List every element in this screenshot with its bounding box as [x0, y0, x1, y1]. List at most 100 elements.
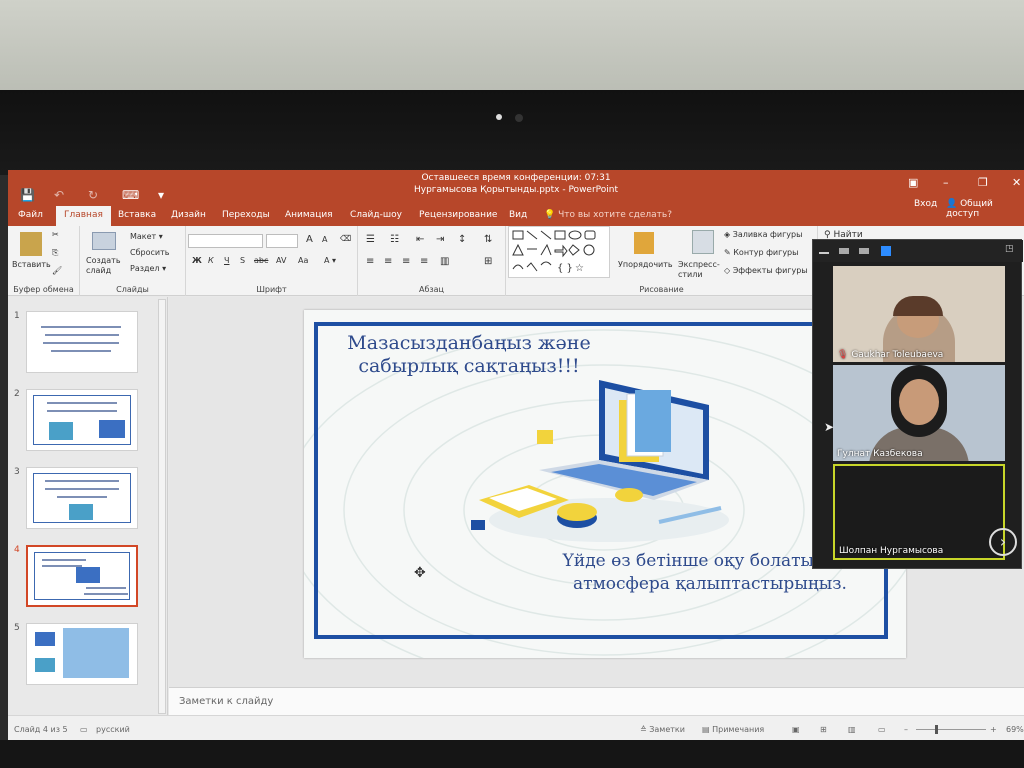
zoom-in-button[interactable]: +: [990, 725, 997, 734]
menu-tabs: Файл Главная Вставка Дизайн Переходы Ани…: [8, 199, 1024, 226]
quick-styles-button[interactable]: Экспресс-стили: [678, 260, 728, 280]
gallery-view-icon[interactable]: [881, 246, 891, 256]
shape-outline-button[interactable]: ✎ Контур фигуры: [724, 248, 798, 257]
char-spacing-button[interactable]: AV: [276, 256, 286, 265]
shadow-button[interactable]: S: [240, 256, 245, 265]
slide-thumbnail-4[interactable]: [26, 545, 138, 607]
section-button[interactable]: Раздел ▾: [130, 264, 166, 273]
tab-view[interactable]: Вид: [509, 210, 527, 220]
bullets-icon[interactable]: ☰: [366, 234, 375, 245]
new-slide-button[interactable]: Создать слайд: [86, 256, 122, 276]
thumbnail-scrollbar[interactable]: [158, 299, 166, 714]
tab-review[interactable]: Рецензирование: [419, 210, 497, 220]
arrange-button[interactable]: Упорядочить: [618, 260, 673, 269]
font-color-button[interactable]: A ▾: [324, 256, 336, 265]
strip-view-icon[interactable]: [859, 248, 869, 254]
participant-name-text: Gaukhar Toleubaeva: [851, 350, 944, 360]
zoom-slider[interactable]: [916, 729, 986, 730]
tab-home[interactable]: Главная: [56, 206, 111, 226]
participant-name-3: Шолпан Нургамысова: [839, 546, 944, 556]
tell-me-search[interactable]: 💡 Что вы хотите сделать?: [544, 210, 672, 220]
new-slide-icon[interactable]: [92, 232, 116, 250]
decrease-indent-icon[interactable]: ⇤: [416, 234, 424, 245]
zoom-percent[interactable]: 69%: [1006, 725, 1024, 734]
reading-view-icon[interactable]: ▥: [848, 725, 856, 734]
font-size-input[interactable]: [266, 234, 298, 248]
shape-fill-button[interactable]: ◈ Заливка фигуры: [724, 230, 802, 239]
login-link[interactable]: Вход: [914, 199, 937, 209]
align-center-icon[interactable]: ≡: [384, 256, 392, 267]
thumb-illustration: [35, 658, 55, 672]
zoom-out-button[interactable]: –: [904, 725, 908, 734]
notes-toggle[interactable]: ≙ Заметки: [640, 725, 685, 734]
line-spacing-icon[interactable]: ↕: [458, 234, 466, 245]
thumb-text-line: [42, 559, 86, 561]
comments-toggle[interactable]: ▤ Примечания: [702, 725, 764, 734]
share-button[interactable]: 👤 Общий доступ: [946, 199, 1024, 219]
tab-animations[interactable]: Анимация: [285, 210, 333, 220]
slideshow-view-icon[interactable]: ▭: [878, 725, 886, 734]
increase-indent-icon[interactable]: ⇥: [436, 234, 444, 245]
tab-file[interactable]: Файл: [18, 210, 43, 220]
clear-format-icon[interactable]: ⌫: [340, 234, 351, 243]
grow-font-button[interactable]: A: [306, 234, 313, 245]
slide-thumbnail-1[interactable]: [26, 311, 138, 373]
align-left-icon[interactable]: ≡: [366, 256, 374, 267]
text-direction-icon[interactable]: ⇅: [484, 234, 492, 245]
ribbon-display-icon[interactable]: ▣: [908, 176, 918, 189]
quick-styles-icon[interactable]: [692, 230, 714, 254]
thumb-text-line: [51, 350, 111, 352]
participant-tile-1[interactable]: 🎙 Gaukhar Toleubaeva: [833, 266, 1005, 362]
numbering-icon[interactable]: ☷: [390, 234, 399, 245]
strikethrough-button[interactable]: abc: [254, 256, 268, 265]
slides-label: Слайды: [116, 285, 149, 294]
close-button[interactable]: ✕: [1012, 176, 1021, 189]
smartart-icon[interactable]: ⊞: [484, 256, 492, 267]
notes-pane[interactable]: Заметки к слайду: [169, 687, 1024, 715]
slide-thumbnail-2[interactable]: [26, 389, 138, 451]
participant-tile-2[interactable]: Гулнат Казбекова: [833, 365, 1005, 461]
next-page-button[interactable]: ›: [989, 528, 1017, 556]
zoom-slider-handle[interactable]: [935, 725, 938, 734]
single-view-icon[interactable]: [839, 248, 849, 254]
shapes-gallery[interactable]: { } ☆: [508, 226, 610, 278]
minimize-button[interactable]: –: [943, 176, 949, 189]
effects-icon: ◇: [724, 266, 731, 275]
slide-thumbnail-3[interactable]: [26, 467, 138, 529]
italic-button[interactable]: К: [208, 256, 214, 265]
align-right-icon[interactable]: ≡: [402, 256, 410, 267]
shape-effects-button[interactable]: ◇ Эффекты фигуры: [724, 266, 808, 275]
format-painter-icon[interactable]: 🖌: [52, 266, 62, 275]
tab-slideshow[interactable]: Слайд-шоу: [350, 210, 402, 220]
underline-button[interactable]: Ч: [224, 256, 229, 265]
cut-icon[interactable]: ✂: [52, 230, 59, 239]
paste-icon[interactable]: [20, 232, 42, 256]
layout-button[interactable]: Макет ▾: [130, 232, 163, 241]
comments-label: Примечания: [712, 725, 765, 734]
slide-thumbnail-5[interactable]: [26, 623, 138, 685]
participant-tile-3[interactable]: Шолпан Нургамысова: [833, 464, 1005, 560]
tab-insert[interactable]: Вставка: [118, 210, 156, 220]
expand-icon[interactable]: ◳: [1005, 244, 1014, 254]
arrange-icon[interactable]: [634, 232, 654, 254]
paste-button[interactable]: Вставить: [12, 260, 51, 269]
tab-transitions[interactable]: Переходы: [222, 210, 270, 220]
bold-button[interactable]: Ж: [192, 256, 202, 265]
move-cursor-icon: ✥: [414, 565, 426, 581]
tab-design[interactable]: Дизайн: [171, 210, 206, 220]
minimize-video-icon[interactable]: [819, 252, 829, 254]
reset-button[interactable]: Сбросить: [130, 248, 169, 257]
spellcheck-icon[interactable]: ▭: [80, 725, 88, 734]
shrink-font-button[interactable]: A: [322, 235, 327, 244]
maximize-button[interactable]: ❐: [978, 176, 988, 189]
font-name-input[interactable]: [188, 234, 263, 248]
change-case-button[interactable]: Aa: [298, 256, 308, 265]
language-indicator[interactable]: русский: [96, 725, 130, 734]
normal-view-icon[interactable]: ▣: [792, 725, 800, 734]
copy-icon[interactable]: ⎘: [52, 248, 58, 258]
columns-icon[interactable]: ▥: [440, 256, 449, 267]
font-group: A A ⌫ Ж К Ч S abc AV Aa A ▾ Шрифт: [186, 226, 358, 296]
clipboard-group: Вставить ✂ ⎘ 🖌 Буфер обмена: [8, 226, 80, 296]
justify-icon[interactable]: ≡: [420, 256, 428, 267]
sorter-view-icon[interactable]: ⊞: [820, 725, 827, 734]
